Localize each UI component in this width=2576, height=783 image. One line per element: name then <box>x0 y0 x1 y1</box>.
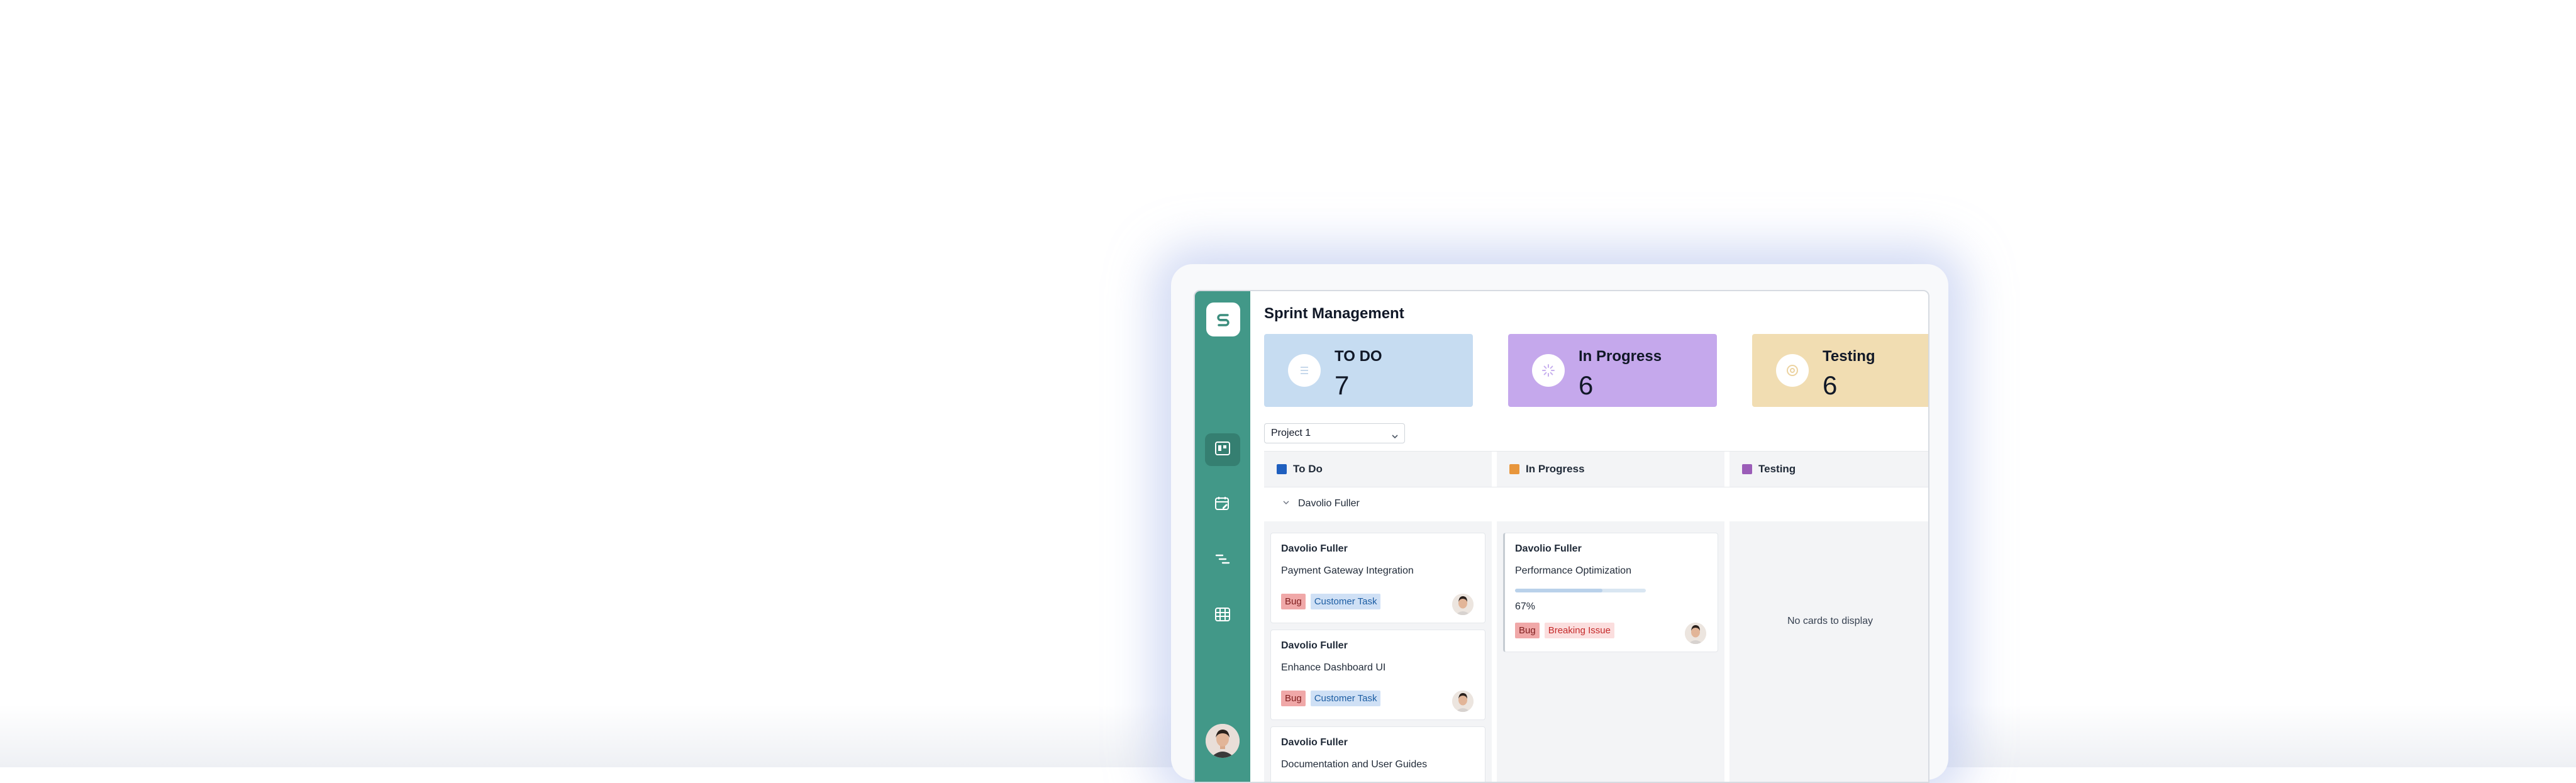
card-summary: Performance Optimization <box>1515 565 1631 576</box>
tag-bug: Bug <box>1281 594 1306 609</box>
gantt-icon <box>1214 551 1231 570</box>
sidebar-item-kanban[interactable] <box>1205 433 1240 466</box>
card-summary: Payment Gateway Integration <box>1281 565 1414 576</box>
test-gauge-icon <box>1776 354 1809 387</box>
stat-card-in-progress: In Progress 6 <box>1508 334 1717 407</box>
column-body-todo: Davolio Fuller Payment Gateway Integrati… <box>1264 521 1492 782</box>
tag-breaking-issue: Breaking Issue <box>1544 623 1614 638</box>
card-assignee: Davolio Fuller <box>1281 640 1348 651</box>
stat-count: 6 <box>1579 370 1594 400</box>
tag-bug: Bug <box>1281 691 1306 706</box>
stat-label: Testing <box>1823 348 1875 365</box>
stat-label: In Progress <box>1579 348 1662 365</box>
table-icon <box>1214 606 1231 626</box>
column-title: In Progress <box>1526 463 1585 475</box>
card-summary: Enhance Dashboard UI <box>1281 662 1386 673</box>
progress-text: 67% <box>1515 601 1536 612</box>
list-icon <box>1288 354 1321 387</box>
column-title: To Do <box>1293 463 1323 475</box>
card-assignee: Davolio Fuller <box>1281 543 1348 554</box>
sprint-app-window: Sprint Management TO DO 7 In Progress 6 … <box>1194 290 1929 783</box>
column-body-in-progress: Davolio Fuller Performance Optimization … <box>1497 521 1724 782</box>
stat-label: TO DO <box>1335 348 1382 365</box>
tag-bug: Bug <box>1515 623 1540 638</box>
card-summary: Documentation and User Guides <box>1281 759 1428 770</box>
card-assignee: Davolio Fuller <box>1515 543 1582 554</box>
status-square-icon <box>1742 464 1752 474</box>
sidebar-item-grid[interactable] <box>1205 599 1240 632</box>
assignee-avatar[interactable] <box>1685 623 1706 644</box>
stat-count: 7 <box>1335 370 1350 400</box>
main-content: Sprint Management TO DO 7 In Progress 6 … <box>1250 291 1928 782</box>
spinner-icon <box>1532 354 1565 387</box>
swimlane-header[interactable]: Davolio Fuller <box>1264 486 1928 521</box>
sidebar <box>1195 291 1250 782</box>
calendar-edit-icon <box>1214 496 1231 515</box>
kanban-icon <box>1214 440 1231 460</box>
chevron-down-icon <box>1391 429 1399 448</box>
progress-bar <box>1515 589 1646 592</box>
chevron-down-icon[interactable] <box>1282 498 1291 510</box>
tag-customer-task: Customer Task <box>1310 594 1381 609</box>
progress-bar-fill <box>1515 589 1603 592</box>
column-header-testing[interactable]: Testing <box>1729 452 1928 487</box>
column-header-row: To Do In Progress Testing <box>1264 451 1928 487</box>
card-tags: Bug Customer Task <box>1281 691 1381 706</box>
sidebar-item-calendar[interactable] <box>1205 489 1240 521</box>
task-card[interactable]: Davolio Fuller Performance Optimization … <box>1503 533 1718 652</box>
column-header-todo[interactable]: To Do <box>1264 452 1492 487</box>
card-assignee: Davolio Fuller <box>1281 737 1348 748</box>
project-select-value: Project 1 <box>1271 428 1311 438</box>
task-card[interactable]: Davolio Fuller Documentation and User Gu… <box>1270 726 1485 782</box>
column-header-in-progress[interactable]: In Progress <box>1497 452 1724 487</box>
assignee-avatar[interactable] <box>1452 594 1474 615</box>
column-title: Testing <box>1758 463 1796 475</box>
stat-card-todo: TO DO 7 <box>1264 334 1473 407</box>
status-square-icon <box>1509 464 1519 474</box>
column-body-testing: No cards to display <box>1729 521 1928 782</box>
empty-state-text: No cards to display <box>1787 616 1874 626</box>
card-tags: Bug Breaking Issue <box>1515 623 1614 638</box>
user-avatar[interactable] <box>1206 724 1240 758</box>
status-square-icon <box>1277 464 1287 474</box>
card-tags: Bug Customer Task <box>1281 594 1381 609</box>
stat-card-testing: Testing 6 <box>1752 334 1928 407</box>
sidebar-item-gantt[interactable] <box>1205 544 1240 577</box>
tag-customer-task: Customer Task <box>1310 691 1381 706</box>
page-title: Sprint Management <box>1264 305 1404 322</box>
project-select[interactable]: Project 1 <box>1264 423 1405 443</box>
task-card[interactable]: Davolio Fuller Payment Gateway Integrati… <box>1270 533 1485 623</box>
stat-count: 6 <box>1823 370 1838 400</box>
s-logo-icon[interactable] <box>1206 303 1240 336</box>
task-card[interactable]: Davolio Fuller Enhance Dashboard UI Bug … <box>1270 630 1485 720</box>
assignee-avatar[interactable] <box>1452 691 1474 712</box>
swimlane-label: Davolio Fuller <box>1298 498 1360 509</box>
